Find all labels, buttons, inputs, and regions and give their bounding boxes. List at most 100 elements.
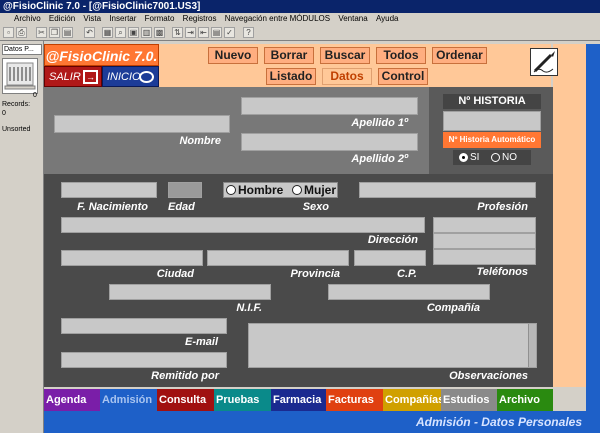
tab-admision[interactable]: Admisión [100, 389, 157, 411]
mujer-radio[interactable] [292, 185, 302, 195]
observaciones-label: Observaciones [449, 370, 528, 382]
browse-icon[interactable]: ▦ [102, 27, 113, 38]
buscar-button[interactable]: Buscar [320, 47, 370, 64]
menu-edicion[interactable]: Edición [46, 13, 78, 25]
menu-vista[interactable]: Vista [80, 13, 104, 25]
import-icon[interactable]: ⇤ [198, 27, 209, 38]
cp-field[interactable] [354, 250, 426, 266]
layout-icon[interactable]: ▣ [128, 27, 139, 38]
remitido-field[interactable] [61, 352, 227, 368]
hombre-label: Hombre [238, 183, 284, 197]
window-title: @FisioClinic 7.0 - [@FisioClinic7001.US3… [3, 1, 201, 12]
record-count: 0 [33, 92, 37, 99]
tab-archivo[interactable]: Archivo [497, 389, 553, 411]
apellido1-field[interactable] [241, 97, 418, 115]
nombre-label: Nombre [179, 135, 221, 147]
tab-pruebas[interactable]: Pruebas [214, 389, 271, 411]
menu-insertar[interactable]: Insertar [106, 13, 139, 25]
nuevo-button[interactable]: Nuevo [208, 47, 258, 64]
borrar-button[interactable]: Borrar [264, 47, 314, 64]
tab-estudios[interactable]: Estudios [441, 389, 497, 411]
sexo-label: Sexo [302, 201, 329, 213]
menu-navegacion[interactable]: Navegación entre MÓDULOS [222, 13, 333, 25]
records-value: 0 [2, 110, 6, 117]
inicio-button[interactable]: INICIO [102, 66, 159, 87]
print-icon[interactable]: ⎙ [16, 27, 27, 38]
compania-label: Compañía [426, 302, 480, 314]
email-field[interactable] [61, 318, 227, 334]
nacimiento-field[interactable] [61, 182, 157, 198]
telefono2-field[interactable] [433, 233, 536, 249]
hombre-radio[interactable] [226, 185, 236, 195]
menu-ventana[interactable]: Ventana [335, 13, 370, 25]
historia-panel: Nº HISTORIA Nº Historia Automático SI NO [429, 87, 553, 174]
help-icon[interactable]: ? [243, 27, 254, 38]
tab-facturas[interactable]: Facturas [326, 389, 383, 411]
menu-registros[interactable]: Registros [180, 13, 220, 25]
tab-farmacia[interactable]: Farmacia [271, 389, 326, 411]
spell-icon[interactable]: ✓ [224, 27, 235, 38]
export-icon[interactable]: ⇥ [185, 27, 196, 38]
email-label: E-mail [184, 336, 218, 348]
telefono3-field[interactable] [433, 249, 536, 265]
paste-icon[interactable]: ▤ [62, 27, 73, 38]
direccion-field[interactable] [61, 217, 425, 233]
preview-icon[interactable]: ▥ [141, 27, 152, 38]
listado-button[interactable]: Listado [266, 68, 316, 85]
app-logo: @FisioClinic 7.0. [44, 44, 159, 66]
nif-label: N.I.F. [236, 302, 262, 314]
records-label: Records: [2, 101, 31, 108]
menu-archivo[interactable]: Archivo [0, 13, 44, 25]
telefono1-field[interactable] [433, 217, 536, 233]
layout-dropdown[interactable]: Datos P... [2, 44, 42, 55]
pencil-icon[interactable] [530, 48, 558, 76]
right-orange-strip [553, 87, 586, 387]
historia-auto-button[interactable]: Nº Historia Automático [443, 132, 541, 148]
historia-field[interactable] [443, 111, 541, 131]
direccion-label: Dirección [367, 234, 418, 246]
compania-field[interactable] [328, 284, 490, 300]
edad-field [168, 182, 202, 198]
new-icon[interactable]: ▫ [3, 27, 14, 38]
sort-icon[interactable]: ⇅ [172, 27, 183, 38]
salir-button[interactable]: SALIR → [44, 66, 102, 87]
records-icon[interactable]: ▤ [211, 27, 222, 38]
menu-formato[interactable]: Formato [142, 13, 178, 25]
observaciones-field[interactable] [248, 323, 537, 368]
status-area: Datos P... 0 Records: 0 Unsorted [0, 41, 44, 433]
si-label: SI [470, 152, 480, 163]
profesion-field[interactable] [359, 182, 536, 198]
tab-companias[interactable]: Compañías [383, 389, 441, 411]
provincia-field[interactable] [207, 250, 349, 266]
tab-consulta[interactable]: Consulta [157, 389, 214, 411]
menu-bar: Archivo Edición Vista Insertar Formato R… [0, 13, 600, 25]
undo-icon[interactable]: ↶ [84, 27, 95, 38]
menu-ayuda[interactable]: Ayuda [373, 13, 402, 25]
datos-button[interactable]: Datos [322, 68, 372, 85]
find-icon[interactable]: ⌕ [115, 27, 126, 38]
copy-icon[interactable]: ❐ [49, 27, 60, 38]
observaciones-scrollbar[interactable] [528, 324, 536, 367]
todos-button[interactable]: Todos [376, 47, 426, 64]
ciudad-field[interactable] [61, 250, 203, 266]
sort-status: Unsorted [2, 126, 31, 133]
cut-icon[interactable]: ✂ [36, 27, 47, 38]
no-radio[interactable] [491, 153, 500, 162]
salir-label: SALIR [49, 71, 81, 83]
chart-icon[interactable]: ▩ [154, 27, 165, 38]
apellido2-field[interactable] [241, 133, 418, 151]
ordenar-button[interactable]: Ordenar [432, 47, 487, 64]
exit-icon: → [83, 70, 98, 84]
no-label: NO [502, 152, 517, 163]
right-blue-strip [586, 44, 600, 433]
details-section: F. Nacimiento Edad Hombre Mujer Sexo Pro… [44, 174, 553, 387]
si-radio[interactable] [459, 153, 468, 162]
nombre-field[interactable] [54, 115, 230, 133]
control-button[interactable]: Control [378, 68, 428, 85]
toolbar: ▫ ⎙ ✂ ❐ ▤ ↶ ▦ ⌕ ▣ ▥ ▩ ⇅ ⇥ ⇤ ▤ ✓ ? [0, 25, 600, 41]
telefonos-label: Teléfonos [476, 266, 528, 278]
action-bar: Nuevo Borrar Buscar Todos Ordenar Listad… [159, 44, 551, 87]
tab-agenda[interactable]: Agenda [44, 389, 100, 411]
nif-field[interactable] [109, 284, 271, 300]
book-icon[interactable] [2, 58, 38, 94]
